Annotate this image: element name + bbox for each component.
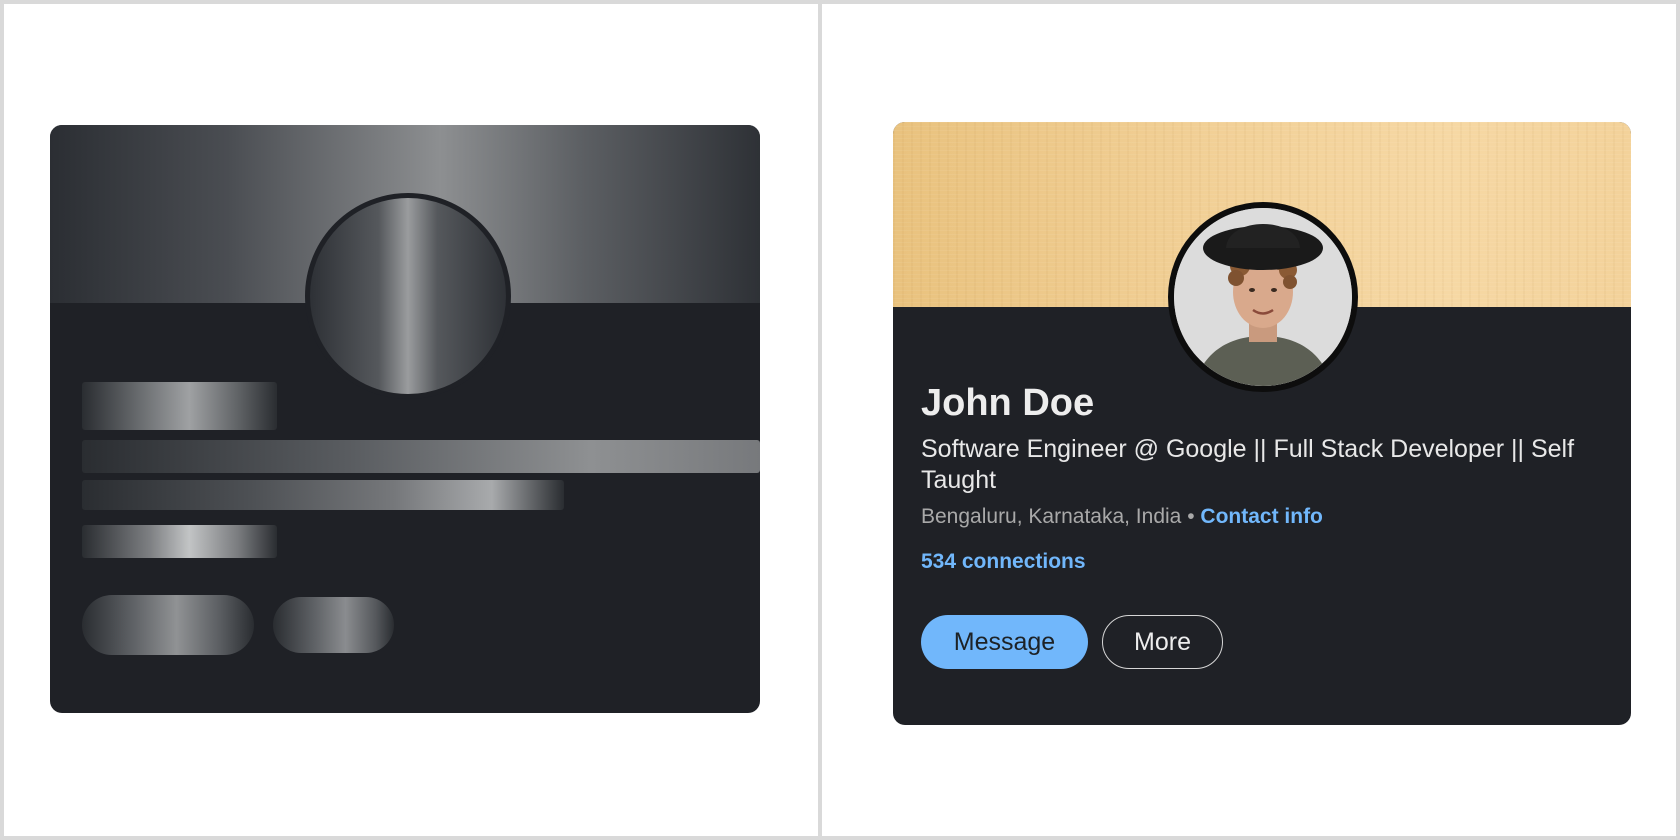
skeleton-name-bar: [82, 382, 277, 430]
separator-dot: •: [1187, 505, 1195, 528]
panel-divider: [818, 0, 822, 840]
person-photo-icon: [1174, 208, 1352, 386]
more-button[interactable]: More: [1102, 615, 1223, 669]
skeleton-more-button: [273, 597, 394, 653]
profile-location: Bengaluru, Karnataka, India: [921, 505, 1182, 528]
contact-info-link[interactable]: Contact info: [1200, 505, 1322, 528]
message-button[interactable]: Message: [921, 615, 1088, 669]
skeleton-avatar: [305, 193, 511, 399]
skeleton-connections-bar: [82, 525, 277, 558]
skeleton-location-bar: [82, 480, 564, 510]
skeleton-headline-bar: [82, 440, 760, 473]
skeleton-message-button: [82, 595, 254, 655]
profile-name: John Doe: [921, 382, 1095, 424]
profile-card-skeleton: [50, 125, 760, 713]
location-line: Bengaluru, Karnataka, India • Contact in…: [921, 505, 1323, 529]
profile-headline: Software Engineer @ Google || Full Stack…: [921, 435, 1575, 494]
profile-card: John Doe Software Engineer @ Google || F…: [893, 122, 1631, 725]
connections-link[interactable]: 534 connections: [921, 550, 1086, 574]
profile-avatar[interactable]: [1168, 202, 1358, 392]
